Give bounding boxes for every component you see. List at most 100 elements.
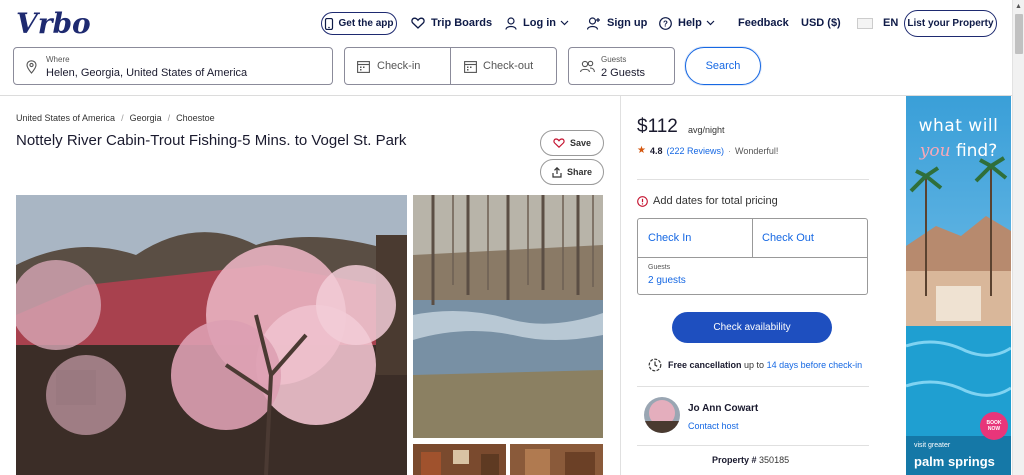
check-in-button[interactable]: Check In xyxy=(648,232,691,244)
search-button-label: Search xyxy=(705,60,741,72)
search-button[interactable]: Search xyxy=(685,47,761,85)
save-button[interactable]: Save xyxy=(540,130,604,156)
rating-score: 4.8 xyxy=(649,145,663,156)
check-availability-button[interactable]: Check availability xyxy=(672,312,832,343)
log-in-label: Log in xyxy=(523,17,556,29)
share-icon xyxy=(552,166,562,178)
property-number: Property # 350185 xyxy=(712,455,789,465)
ad-brand-small: visit greater xyxy=(914,442,951,449)
host-avatar[interactable] xyxy=(644,397,680,433)
ad-headline-italic: you xyxy=(919,141,951,161)
check-out-placeholder: Check-out xyxy=(483,60,534,72)
chevron-down-icon xyxy=(706,20,715,26)
main-photo[interactable] xyxy=(16,195,407,475)
phone-icon xyxy=(325,17,334,30)
clock-icon xyxy=(648,358,662,372)
divider xyxy=(637,445,869,446)
help-menu[interactable]: ? Help xyxy=(659,11,715,35)
interior-photo-1[interactable] xyxy=(413,444,506,475)
scroll-up-arrow-icon[interactable]: ▲ xyxy=(1015,3,1022,10)
currency-label: USD ($) xyxy=(801,17,841,29)
help-icon: ? xyxy=(659,16,672,30)
host-avatar-image xyxy=(644,397,680,433)
check-out-field[interactable]: Check-out xyxy=(450,47,557,85)
free-cancellation-notice: Free cancellation up to 14 days before c… xyxy=(648,358,862,372)
breadcrumb-city[interactable]: Choestoe xyxy=(176,113,215,123)
interior-photo-image xyxy=(413,444,506,475)
svg-text:Vrbo: Vrbo xyxy=(16,7,91,39)
price-unit: avg/night xyxy=(688,125,725,135)
guests-selector[interactable]: 2 guests xyxy=(648,275,686,286)
sign-up-link[interactable]: Sign up xyxy=(587,11,647,35)
alert-icon xyxy=(637,195,648,207)
add-dates-notice: Add dates for total pricing xyxy=(637,195,778,207)
page-scrollbar[interactable]: ▲ xyxy=(1012,0,1024,475)
calendar-icon xyxy=(357,61,370,73)
top-header: Vrbo Get the app Trip Boards Log in Sign… xyxy=(0,0,1012,96)
share-label: Share xyxy=(566,167,592,177)
breadcrumb-country[interactable]: United States of America xyxy=(16,113,115,123)
sign-up-label: Sign up xyxy=(607,17,648,29)
add-user-icon xyxy=(587,16,600,30)
help-label: Help xyxy=(678,17,702,29)
check-in-placeholder: Check-in xyxy=(377,60,421,72)
add-dates-label: Add dates for total pricing xyxy=(653,195,778,207)
destination-field[interactable]: Where Helen, Georgia, United States of A… xyxy=(13,47,333,85)
currency-selector[interactable]: USD ($) xyxy=(801,11,841,35)
scroll-thumb[interactable] xyxy=(1015,14,1023,54)
ad-headline-rest: find? xyxy=(955,141,998,161)
book-now-badge[interactable]: BOOK NOW xyxy=(980,412,1008,440)
river-photo[interactable] xyxy=(413,195,603,438)
feedback-link[interactable]: Feedback xyxy=(738,11,789,35)
where-label: Where xyxy=(46,55,70,64)
divider xyxy=(752,219,753,257)
language-selector[interactable]: EN xyxy=(857,11,898,35)
location-pin-icon xyxy=(26,60,37,74)
guests-field[interactable]: Guests 2 Guests xyxy=(568,47,675,85)
divider xyxy=(638,257,867,258)
get-the-app-label: Get the app xyxy=(338,18,394,29)
flag-icon xyxy=(857,17,873,29)
breadcrumb-state[interactable]: Georgia xyxy=(130,113,162,123)
heart-icon xyxy=(411,17,425,29)
river-photo-image xyxy=(413,195,603,438)
divider xyxy=(637,386,869,387)
free-cancellation-text: up to xyxy=(744,360,765,370)
list-your-property-button[interactable]: List your Property xyxy=(904,10,997,37)
cabin-photo-image xyxy=(16,195,407,475)
log-in-menu[interactable]: Log in xyxy=(505,11,569,35)
heart-icon xyxy=(553,138,565,148)
share-button[interactable]: Share xyxy=(540,159,604,185)
reviews-link[interactable]: (222 Reviews) xyxy=(666,146,724,156)
interior-photo-image xyxy=(510,444,603,475)
rating-description: Wonderful! xyxy=(735,145,779,156)
rating-row: ★ 4.8 (222 Reviews) · Wonderful! xyxy=(637,145,778,156)
trip-boards-link[interactable]: Trip Boards xyxy=(411,11,492,35)
property-number-value: 350185 xyxy=(759,455,790,465)
get-the-app-button[interactable]: Get the app xyxy=(321,12,397,35)
vrbo-logo[interactable]: Vrbo xyxy=(16,7,100,39)
breadcrumb: United States of America / Georgia / Cho… xyxy=(16,113,215,123)
star-icon: ★ xyxy=(637,145,646,156)
user-icon xyxy=(505,16,517,30)
check-out-button[interactable]: Check Out xyxy=(762,232,814,244)
calendar-icon xyxy=(464,61,477,73)
dot-separator: · xyxy=(728,145,732,156)
guests-label: Guests xyxy=(648,264,671,271)
feedback-label: Feedback xyxy=(738,17,789,29)
contact-host-link[interactable]: Contact host xyxy=(688,421,739,431)
advertisement-banner[interactable]: what will you find? BOOK NOW visit great… xyxy=(906,96,1011,475)
breadcrumb-separator: / xyxy=(121,113,124,123)
free-cancellation-bold: Free cancellation xyxy=(668,360,742,370)
price: $112 xyxy=(637,116,678,137)
ad-brand-big: palm springs xyxy=(914,454,995,469)
language-label: EN xyxy=(883,17,899,29)
interior-photo-2[interactable] xyxy=(510,444,603,475)
chevron-down-icon xyxy=(560,20,569,26)
booking-dates-box: Check In Check Out Guests 2 guests xyxy=(637,218,868,295)
breadcrumb-separator: / xyxy=(167,113,171,123)
free-cancellation-link[interactable]: 14 days before check-in xyxy=(767,360,863,370)
check-in-field[interactable]: Check-in xyxy=(344,47,451,85)
property-number-label: Property # xyxy=(712,455,757,465)
save-label: Save xyxy=(569,138,592,148)
